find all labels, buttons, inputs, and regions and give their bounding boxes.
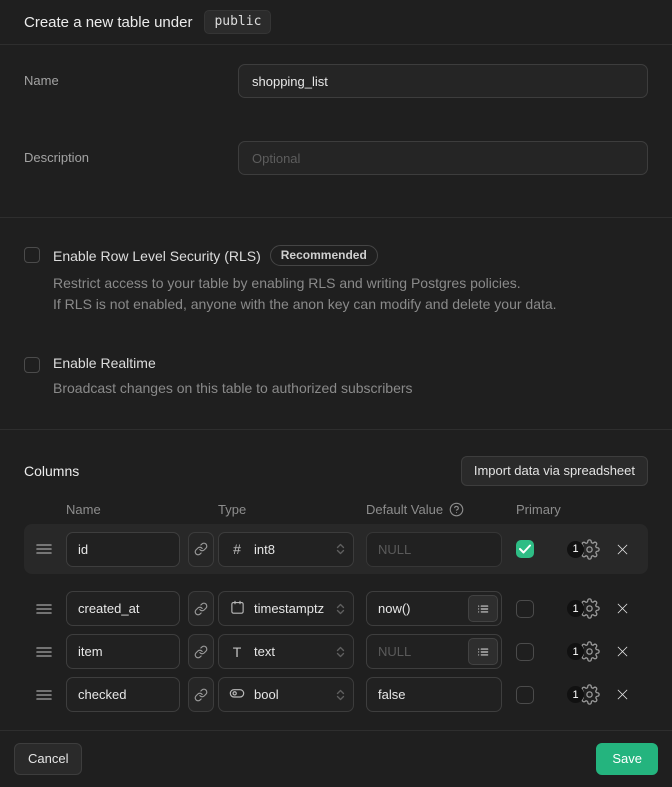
column-type-label: bool xyxy=(254,687,279,702)
columns-rows: # T int8 1 xyxy=(24,524,648,716)
drag-handle-icon[interactable] xyxy=(36,645,54,659)
primary-checkbox[interactable] xyxy=(516,686,534,704)
realtime-description: Broadcast changes on this table to autho… xyxy=(53,378,413,399)
description-form-row: Description xyxy=(24,141,648,175)
name-label: Name xyxy=(24,64,238,98)
link-icon xyxy=(194,688,208,702)
column-name-input[interactable] xyxy=(66,677,180,712)
column-type-select[interactable]: # T int8 xyxy=(218,532,354,567)
column-row: # T text 1 xyxy=(24,630,648,673)
primary-checkbox[interactable] xyxy=(516,643,534,661)
realtime-toggle-block: Enable Realtime Broadcast changes on thi… xyxy=(24,355,648,399)
suggestion-list-button[interactable] xyxy=(468,595,498,622)
foreign-key-link-button[interactable] xyxy=(188,634,214,669)
list-icon xyxy=(476,645,490,659)
drag-handle-icon[interactable] xyxy=(36,542,54,556)
calendar-icon xyxy=(230,600,245,618)
hash-icon: # xyxy=(233,541,241,557)
column-name-input[interactable] xyxy=(66,532,180,567)
header-default-value: Default Value xyxy=(366,502,464,517)
chevron-updown-icon xyxy=(334,687,347,702)
column-type-select[interactable]: # T bool xyxy=(218,677,354,712)
columns-title: Columns xyxy=(24,463,79,479)
close-icon xyxy=(615,601,630,616)
settings-count-badge: 1 xyxy=(567,600,584,617)
chevron-updown-icon xyxy=(334,644,347,659)
header-name: Name xyxy=(66,502,101,517)
foreign-key-link-button[interactable] xyxy=(188,591,214,626)
close-icon xyxy=(615,542,630,557)
table-description-input[interactable] xyxy=(238,141,648,175)
column-row: # T timestamptz 1 xyxy=(24,587,648,630)
drag-handle-icon[interactable] xyxy=(36,602,54,616)
foreign-key-link-button[interactable] xyxy=(188,677,214,712)
column-type-select[interactable]: # T timestamptz xyxy=(218,591,354,626)
header-primary: Primary xyxy=(516,502,561,517)
column-settings-button[interactable]: 1 xyxy=(567,684,600,705)
remove-column-button[interactable] xyxy=(612,685,632,705)
import-spreadsheet-button[interactable]: Import data via spreadsheet xyxy=(461,456,648,486)
default-value-input[interactable] xyxy=(366,677,502,712)
remove-column-button[interactable] xyxy=(612,599,632,619)
recommended-badge: Recommended xyxy=(270,245,378,266)
link-icon xyxy=(194,542,208,556)
column-type-select[interactable]: # T text xyxy=(218,634,354,669)
column-name-input[interactable] xyxy=(66,591,180,626)
rls-description: Restrict access to your table by enablin… xyxy=(53,273,557,315)
column-settings-button[interactable]: 1 xyxy=(567,539,600,560)
settings-count-badge: 1 xyxy=(567,643,584,660)
schema-badge: public xyxy=(204,10,271,34)
realtime-label: Enable Realtime xyxy=(53,355,156,371)
columns-section: Columns Import data via spreadsheet Name… xyxy=(0,430,672,731)
description-label: Description xyxy=(24,141,238,175)
check-icon xyxy=(519,544,531,554)
name-form-row: Name xyxy=(24,64,648,98)
remove-column-button[interactable] xyxy=(612,642,632,662)
help-circle-icon[interactable] xyxy=(449,502,464,517)
toggles-section: Enable Row Level Security (RLS) Recommen… xyxy=(0,218,672,430)
default-value-input[interactable] xyxy=(366,532,502,567)
close-icon xyxy=(615,644,630,659)
dialog-header: Create a new table under public xyxy=(0,0,672,45)
table-info-section: Name Description xyxy=(0,45,672,218)
column-name-input[interactable] xyxy=(66,634,180,669)
settings-count-badge: 1 xyxy=(567,541,584,558)
text-type-icon: T xyxy=(233,644,242,660)
table-name-input[interactable] xyxy=(238,64,648,98)
toggle-icon xyxy=(229,685,245,704)
primary-checkbox[interactable] xyxy=(516,540,534,558)
column-settings-button[interactable]: 1 xyxy=(567,641,600,662)
column-row: # T int8 1 xyxy=(24,524,648,574)
close-icon xyxy=(615,687,630,702)
header-type: Type xyxy=(218,502,246,517)
chevron-updown-icon xyxy=(334,542,347,557)
cancel-button[interactable]: Cancel xyxy=(14,743,82,775)
link-icon xyxy=(194,645,208,659)
remove-column-button[interactable] xyxy=(612,539,632,559)
save-button[interactable]: Save xyxy=(596,743,658,775)
primary-checkbox[interactable] xyxy=(516,600,534,618)
column-settings-button[interactable]: 1 xyxy=(567,598,600,619)
dialog-footer: Cancel Save xyxy=(0,731,672,787)
column-type-label: int8 xyxy=(254,542,275,557)
create-table-dialog: Create a new table under public Name Des… xyxy=(0,0,672,787)
chevron-updown-icon xyxy=(334,601,347,616)
column-type-label: text xyxy=(254,644,275,659)
drag-handle-icon[interactable] xyxy=(36,688,54,702)
settings-count-badge: 1 xyxy=(567,686,584,703)
link-icon xyxy=(194,602,208,616)
columns-header-row: Name Type Default Value Primary xyxy=(24,502,648,516)
realtime-checkbox[interactable] xyxy=(24,357,40,373)
foreign-key-link-button[interactable] xyxy=(188,532,214,567)
rls-checkbox[interactable] xyxy=(24,247,40,263)
rls-toggle-block: Enable Row Level Security (RLS) Recommen… xyxy=(24,245,648,315)
dialog-title: Create a new table under xyxy=(24,14,192,31)
column-row: # T bool 1 xyxy=(24,673,648,716)
suggestion-list-button[interactable] xyxy=(468,638,498,665)
list-icon xyxy=(476,602,490,616)
rls-label: Enable Row Level Security (RLS) xyxy=(53,248,261,264)
column-type-label: timestamptz xyxy=(254,601,324,616)
